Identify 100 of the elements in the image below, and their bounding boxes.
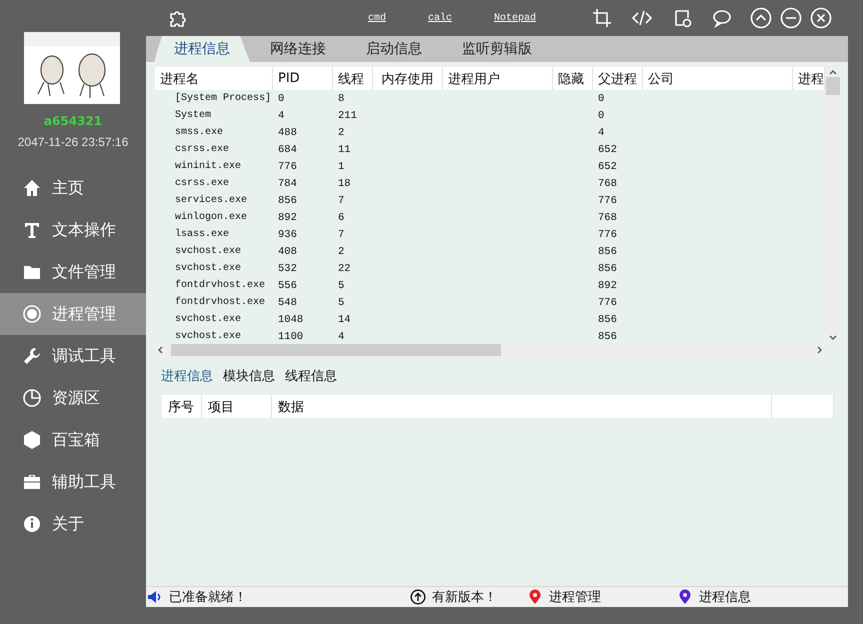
- radio-circle-icon: [22, 304, 42, 324]
- tab[interactable]: 进程信息: [161, 367, 213, 385]
- status-text: 有新版本！: [431, 589, 497, 606]
- column-header[interactable]: 内存使用: [373, 67, 443, 90]
- table-cell-text: winlogon.exe: [174, 210, 248, 225]
- sidebar-item[interactable]: 百宝箱: [0, 419, 146, 461]
- table-cell-text: 556: [277, 278, 298, 294]
- code-icon[interactable]: [632, 8, 652, 28]
- table-cell-text: 14: [337, 312, 352, 328]
- table-cell-text: 652: [597, 142, 618, 158]
- table-cell-text: 0: [277, 92, 286, 106]
- date-time: 2047-11-26 23:57:16: [18, 135, 128, 149]
- minimize-icon[interactable]: [780, 7, 802, 29]
- info-icon: [22, 514, 42, 534]
- column-header[interactable]: PID: [273, 67, 333, 90]
- table-cell-text: 936: [277, 228, 298, 242]
- table-cell-text: 1048: [277, 312, 304, 328]
- column-header[interactable]: 隐藏: [553, 67, 593, 90]
- sidebar-item[interactable]: 关于: [0, 503, 146, 545]
- column-header[interactable]: 数据: [272, 395, 772, 418]
- wrench-icon: [22, 346, 42, 366]
- table-cell-text: 892: [597, 278, 618, 294]
- table-cell-text: 776: [277, 160, 298, 174]
- table-cell-text: 856: [597, 312, 618, 328]
- table-cell-text: 856: [277, 194, 298, 208]
- table-cell-text: 211: [337, 108, 358, 124]
- table-cell-text: 0: [597, 92, 606, 106]
- speech-bubble-icon[interactable]: [712, 8, 732, 28]
- home-icon: [22, 178, 42, 198]
- table-cell-text: fontdrvhost.exe: [174, 278, 266, 293]
- sidebar-item[interactable]: 调试工具: [0, 335, 146, 377]
- table-cell-text: 408: [277, 244, 298, 260]
- tab[interactable]: 启动信息: [346, 36, 442, 62]
- column-header[interactable]: 项目: [202, 395, 272, 418]
- toolbar-link[interactable]: Notepad: [494, 12, 536, 24]
- table-cell-text: 2: [337, 126, 346, 140]
- vertical-scrollbar[interactable]: [825, 67, 841, 343]
- column-header[interactable]: 公司: [643, 67, 793, 90]
- table-cell-text: smss.exe: [174, 126, 224, 140]
- sidebar-item[interactable]: 资源区: [0, 377, 146, 419]
- toolbar-link[interactable]: calc: [428, 12, 452, 24]
- column-header[interactable]: 父进程: [593, 67, 643, 90]
- table-cell-text: svchost.exe: [174, 262, 242, 276]
- letter-t-icon: [22, 220, 42, 240]
- sidebar-item[interactable]: 文件管理: [0, 251, 146, 293]
- document-clock-icon[interactable]: [672, 8, 692, 28]
- table-cell-text: 776: [597, 296, 618, 310]
- hexagon-icon: [22, 430, 42, 450]
- table-cell-text: csrss.exe: [174, 143, 230, 157]
- column-header[interactable]: 进程用户: [443, 67, 553, 90]
- crop-icon[interactable]: [592, 8, 612, 28]
- table-cell-text: 856: [597, 330, 618, 343]
- table-cell-text: 7: [337, 194, 346, 208]
- table-cell-text: 5: [337, 296, 346, 310]
- table-cell-text: 652: [597, 160, 618, 174]
- table-cell-text: 22: [337, 262, 352, 276]
- table-cell-text: 768: [597, 176, 618, 192]
- sidebar-item[interactable]: 文本操作: [0, 209, 146, 251]
- table-cell-text: 856: [597, 262, 618, 276]
- tab[interactable]: 监听剪辑版: [442, 36, 552, 62]
- tab[interactable]: 网络连接: [250, 36, 346, 62]
- table-cell-text: 768: [597, 210, 618, 226]
- pie-chart-icon: [22, 388, 42, 408]
- scrollbar-thumb[interactable]: [826, 77, 840, 95]
- table-cell-text: 4: [277, 108, 286, 124]
- table-cell-text: 2: [337, 244, 346, 260]
- briefcase-icon: [22, 472, 42, 492]
- user-name: a654321: [44, 114, 102, 128]
- table-cell-text: lsass.exe: [174, 228, 230, 242]
- table-cell-text: 532: [277, 262, 298, 276]
- table-cell-text: 4: [337, 330, 346, 343]
- puzzle-icon[interactable]: [168, 8, 188, 28]
- table-cell-text: 0: [597, 108, 606, 124]
- tab[interactable]: 线程信息: [285, 367, 337, 385]
- table-cell-text: 7: [337, 228, 346, 242]
- status-text: 已准备就绪！: [168, 589, 247, 606]
- column-header[interactable]: 序号: [162, 395, 202, 418]
- table-cell-text: 776: [597, 194, 618, 208]
- sidebar-item[interactable]: 主页: [0, 167, 146, 209]
- table-cell-text: System: [174, 109, 212, 123]
- column-header[interactable]: 线程: [333, 67, 373, 90]
- close-icon[interactable]: [810, 7, 832, 29]
- table-cell-text: 1: [337, 160, 346, 174]
- collapse-icon[interactable]: [750, 7, 772, 29]
- table-cell-text: svchost.exe: [174, 244, 242, 259]
- status-text: 进程管理: [548, 589, 601, 606]
- toolbar-link[interactable]: cmd: [368, 12, 386, 24]
- table-cell-text: 548: [277, 296, 298, 310]
- speaker-icon: [147, 589, 163, 605]
- tab[interactable]: 模块信息: [223, 367, 275, 385]
- up-arrow-circle-icon: [410, 589, 426, 605]
- table-cell-text: svchost.exe: [174, 330, 242, 343]
- scrollbar-thumb[interactable]: [171, 344, 501, 356]
- sidebar-item[interactable]: 辅助工具: [0, 461, 146, 503]
- horizontal-scrollbar[interactable]: [155, 343, 825, 357]
- table-cell-text: 488: [277, 126, 298, 140]
- tab[interactable]: 进程信息: [154, 36, 250, 62]
- table-cell-text: csrss.exe: [174, 177, 230, 191]
- table-cell-text: [System Process]: [174, 92, 272, 106]
- column-header[interactable]: 进程名: [155, 67, 273, 90]
